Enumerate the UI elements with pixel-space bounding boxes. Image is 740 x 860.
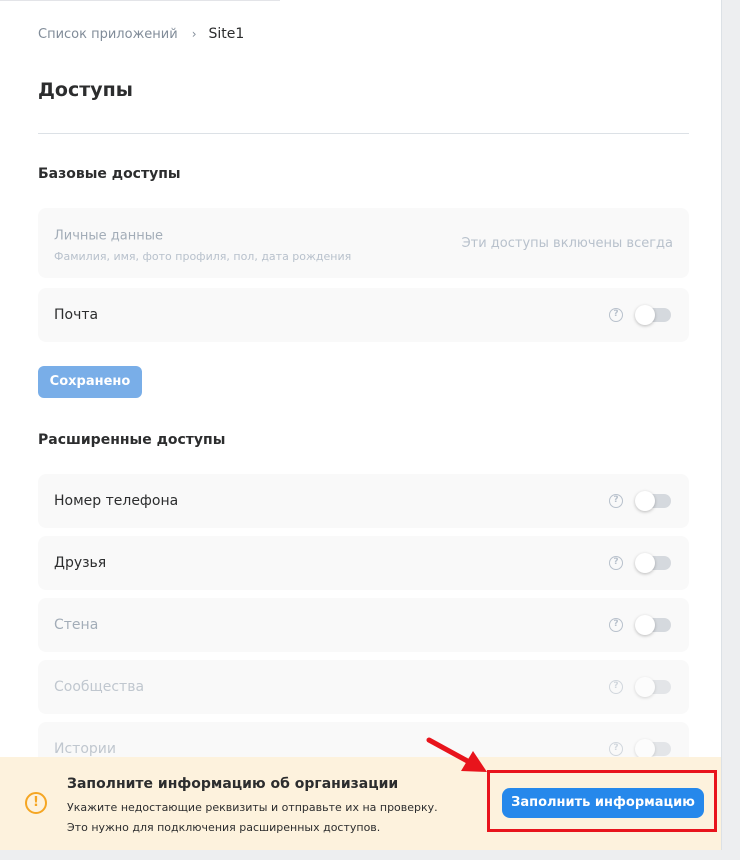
access-row-friends: Друзья ? <box>38 536 689 590</box>
access-toggle[interactable] <box>635 491 671 511</box>
access-label: Почта <box>54 307 99 323</box>
access-label: Номер телефона <box>54 493 179 509</box>
toggle-knob <box>635 739 655 759</box>
access-row-personal-data: Личные данные Фамилия, имя, фото профиля… <box>38 208 689 278</box>
warning-icon: ! <box>25 792 47 814</box>
toggle-knob <box>635 491 655 511</box>
red-arrow-icon <box>426 737 487 772</box>
access-label: Друзья <box>54 555 107 571</box>
access-toggle[interactable] <box>635 305 671 325</box>
toggle-knob <box>635 553 655 573</box>
content-card: Список приложений › Site1 Доступы Базовы… <box>0 0 722 850</box>
access-toggle[interactable] <box>635 739 671 759</box>
toggle-knob <box>635 305 655 325</box>
access-row-phone: Номер телефона ? <box>38 474 689 528</box>
banner-title: Заполните информацию об организации <box>67 776 399 792</box>
access-toggle[interactable] <box>635 553 671 573</box>
access-toggle[interactable] <box>635 677 671 697</box>
page: Список приложений › Site1 Доступы Базовы… <box>0 0 740 860</box>
breadcrumb-app-list[interactable]: Список приложений <box>38 27 178 42</box>
access-toggle[interactable] <box>635 615 671 635</box>
toggle-knob <box>635 615 655 635</box>
access-label: Стена <box>54 617 99 633</box>
section-basic-heading: Базовые доступы <box>38 166 181 182</box>
banner-text-line-1: Укажите недостающие реквизиты и отправьт… <box>67 801 438 814</box>
saved-button[interactable]: Сохранено <box>38 366 142 398</box>
access-description: Фамилия, имя, фото профиля, пол, дата ро… <box>54 250 352 263</box>
help-icon[interactable]: ? <box>609 308 623 322</box>
always-enabled-note: Эти доступы включены всегда <box>461 236 673 251</box>
banner-text-line-2: Это нужно для подключения расширенных до… <box>67 821 381 834</box>
access-label: Сообщества <box>54 679 145 695</box>
access-row-communities: Сообщества ? <box>38 660 689 714</box>
access-row-mail: Почта ? <box>38 288 689 342</box>
breadcrumb: Список приложений › Site1 <box>38 26 244 42</box>
toggle-knob <box>635 677 655 697</box>
help-icon[interactable]: ? <box>609 680 623 694</box>
help-icon[interactable]: ? <box>609 742 623 756</box>
help-icon[interactable]: ? <box>609 618 623 632</box>
breadcrumb-current: Site1 <box>208 26 245 42</box>
access-label: Истории <box>54 741 116 757</box>
highlight-box <box>487 770 717 832</box>
top-divider <box>0 0 280 1</box>
help-icon[interactable]: ? <box>609 494 623 508</box>
access-row-wall: Стена ? <box>38 598 689 652</box>
chevron-right-icon: › <box>191 27 197 41</box>
section-extended-heading: Расширенные доступы <box>38 432 226 448</box>
divider <box>38 133 689 134</box>
page-title: Доступы <box>38 79 133 101</box>
help-icon[interactable]: ? <box>609 556 623 570</box>
access-label: Личные данные <box>54 228 164 244</box>
